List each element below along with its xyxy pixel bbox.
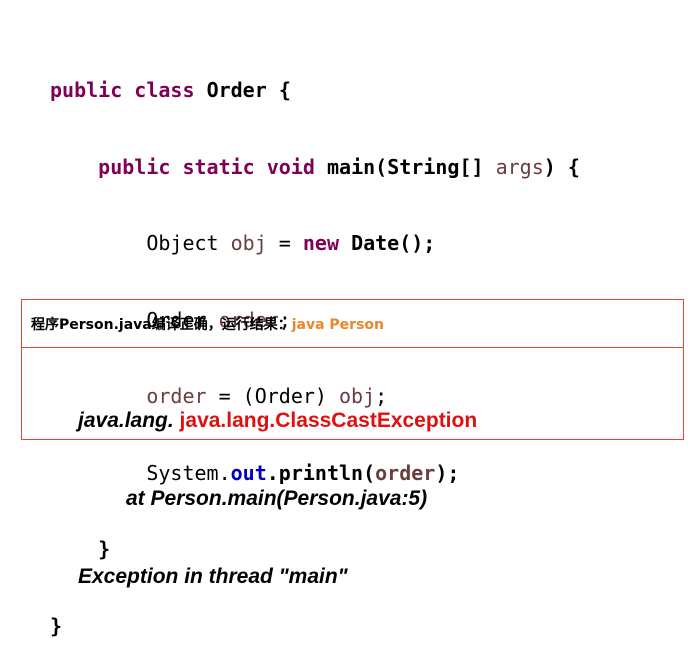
method-signature: main(String[] <box>326 154 484 179</box>
variable: obj <box>230 231 267 255</box>
exception-name: java.lang.ClassCastException <box>173 409 478 432</box>
keyword: void <box>266 154 315 179</box>
output-prefix: java.lang. <box>78 409 174 432</box>
result-label: 程序Person.java编译正确，运行结果：java Person <box>31 314 384 334</box>
operator: = <box>278 231 291 255</box>
run-command: java Person <box>291 317 384 333</box>
constructor-call: Date(); <box>351 231 436 255</box>
keyword: new <box>302 231 340 255</box>
result-box: 程序Person.java编译正确，运行结果：java Person java.… <box>21 299 684 588</box>
keyword: public <box>98 154 171 179</box>
keyword: class <box>134 78 195 102</box>
output-line-3: Exception in thread "main" <box>78 565 348 588</box>
paren: ) <box>543 154 556 179</box>
code-line-1: public class Order { <box>50 78 580 104</box>
brace: } <box>50 613 63 638</box>
result-label-text: 程序Person.java编译正确，运行结果： <box>31 317 292 333</box>
keyword: static <box>182 154 255 179</box>
output-line-2: at Person.main(Person.java:5) <box>126 487 428 510</box>
type-name: Object <box>146 231 219 255</box>
program-output: java.lang. java.lang.ClassCastException … <box>78 356 477 642</box>
param-name: args <box>495 154 544 179</box>
output-line-1: java.lang. java.lang.ClassCastException <box>78 408 477 434</box>
brace: { <box>567 154 580 179</box>
result-header: 程序Person.java编译正确，运行结果：java Person <box>22 300 683 348</box>
brace: { <box>278 78 291 102</box>
code-line-2: public static void main(String[] args) { <box>50 155 580 181</box>
code-line-3: Object obj = new Date(); <box>50 231 580 257</box>
class-name: Order <box>206 78 267 102</box>
keyword: public <box>50 78 123 102</box>
